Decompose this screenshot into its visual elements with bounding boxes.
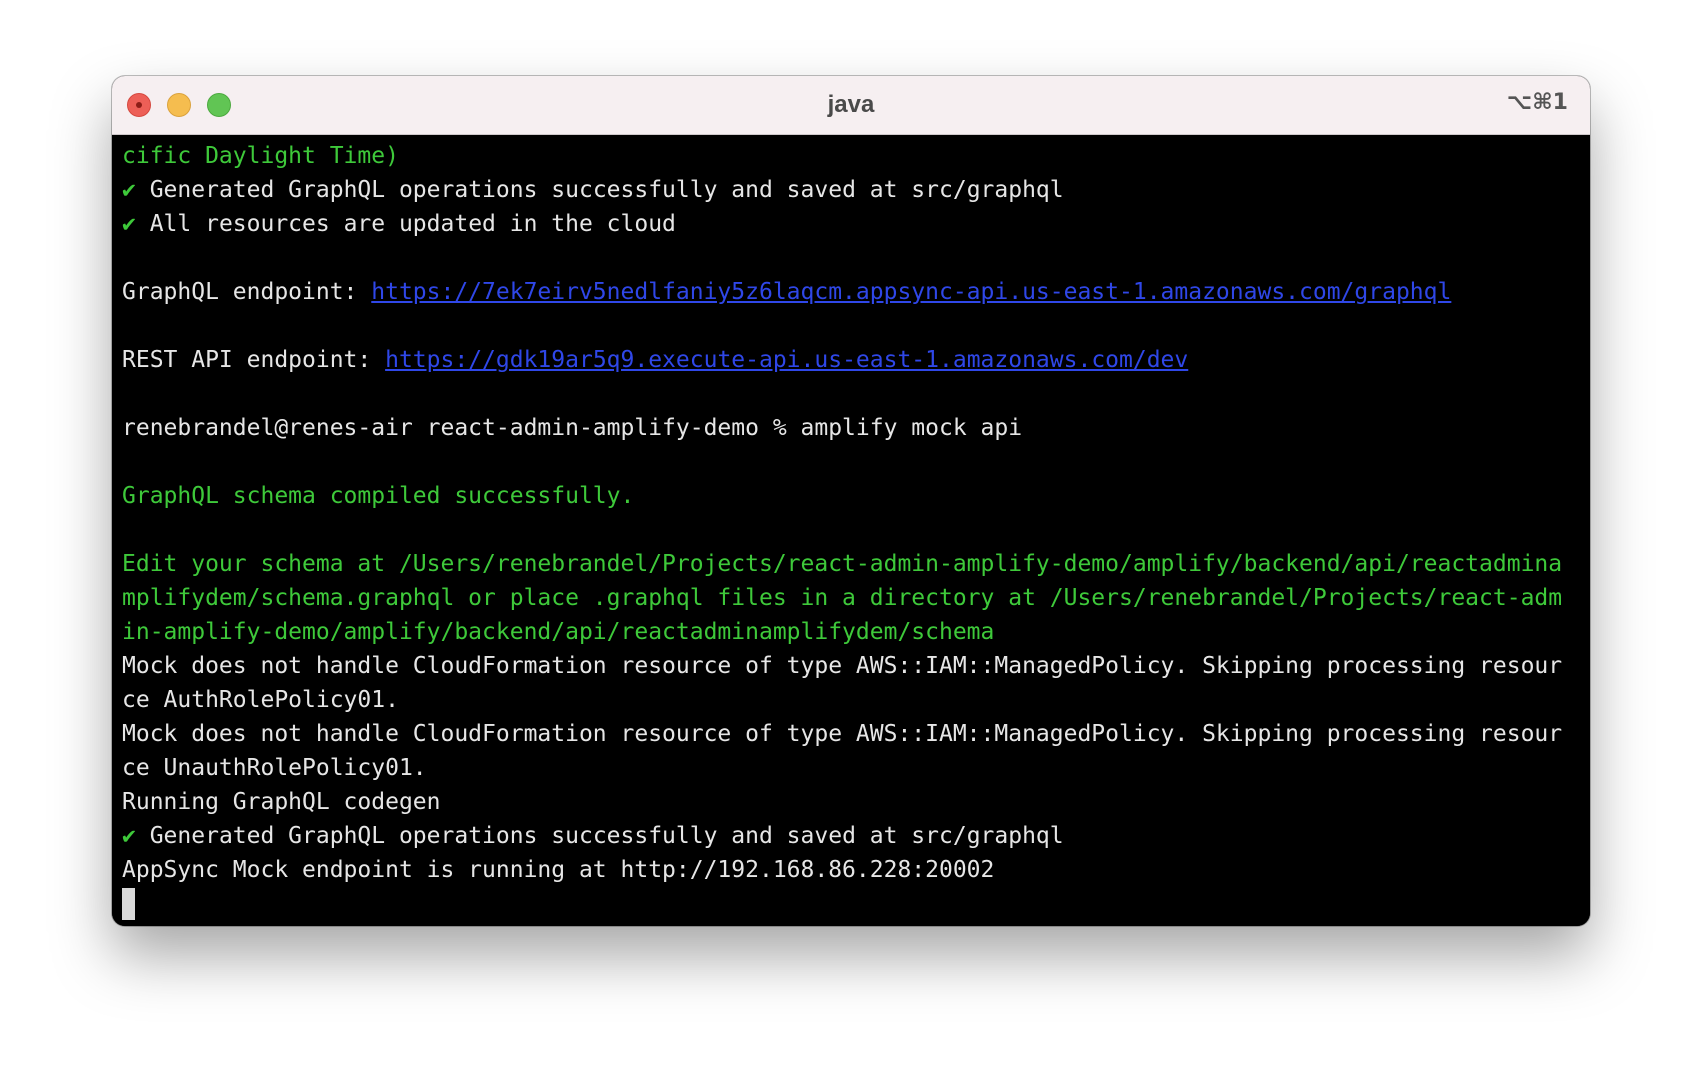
mock-warning-line: Mock does not handle CloudFormation reso… (122, 653, 1563, 679)
graphql-endpoint-label: GraphQL endpoint: (122, 279, 372, 305)
rest-endpoint-link[interactable]: https://gdk19ar5q9.execute-api.us-east-1… (385, 347, 1188, 373)
title-bar: java ⌥⌘1 (112, 76, 1590, 135)
output-line: ✔ All resources are updated in the cloud (122, 207, 1580, 241)
mock-warning-line: ce UnauthRolePolicy01. (122, 755, 427, 781)
mock-warning-line: ce AuthRolePolicy01. (122, 687, 399, 713)
check-icon: ✔ (122, 211, 136, 237)
check-icon: ✔ (122, 177, 136, 203)
output-line: cific Daylight Time) (122, 143, 399, 169)
check-icon: ✔ (122, 823, 136, 849)
cursor-line (122, 887, 1580, 921)
output-line: ✔ Generated GraphQL operations successfu… (122, 173, 1580, 207)
edit-schema-line: Edit your schema at /Users/renebrandel/P… (122, 551, 1563, 577)
terminal-output[interactable]: cific Daylight Time) ✔ Generated GraphQL… (112, 135, 1590, 926)
output-text: Generated GraphQL operations successfull… (135, 823, 1064, 849)
output-text: All resources are updated in the cloud (135, 211, 676, 237)
edit-schema-line: mplifydem/schema.graphql or place .graph… (122, 585, 1563, 611)
rest-endpoint-label: REST API endpoint: (122, 347, 386, 373)
graphql-endpoint-link[interactable]: https://7ek7eirv5nedlfaniy5z6laqcm.appsy… (371, 279, 1451, 305)
output-line: ✔ Generated GraphQL operations successfu… (122, 819, 1580, 853)
terminal-window: java ⌥⌘1 cific Daylight Time) ✔ Generate… (112, 76, 1590, 926)
edit-schema-line: in-amplify-demo/amplify/backend/api/reac… (122, 619, 995, 645)
graphql-endpoint-line: GraphQL endpoint: https://7ek7eirv5nedlf… (122, 275, 1580, 309)
text-cursor (122, 888, 135, 920)
shell-prompt-line: renebrandel@renes-air react-admin-amplif… (122, 415, 1023, 441)
appsync-endpoint-line: AppSync Mock endpoint is running at http… (122, 857, 995, 883)
mock-warning-line: Mock does not handle CloudFormation reso… (122, 721, 1563, 747)
rest-endpoint-line: REST API endpoint: https://gdk19ar5q9.ex… (122, 343, 1580, 377)
window-title: java (827, 91, 875, 118)
output-text: Generated GraphQL operations successfull… (135, 177, 1064, 203)
schema-compiled-line: GraphQL schema compiled successfully. (122, 483, 635, 509)
codegen-line: Running GraphQL codegen (122, 789, 441, 815)
tab-shortcut-label: ⌥⌘1 (1506, 90, 1568, 115)
